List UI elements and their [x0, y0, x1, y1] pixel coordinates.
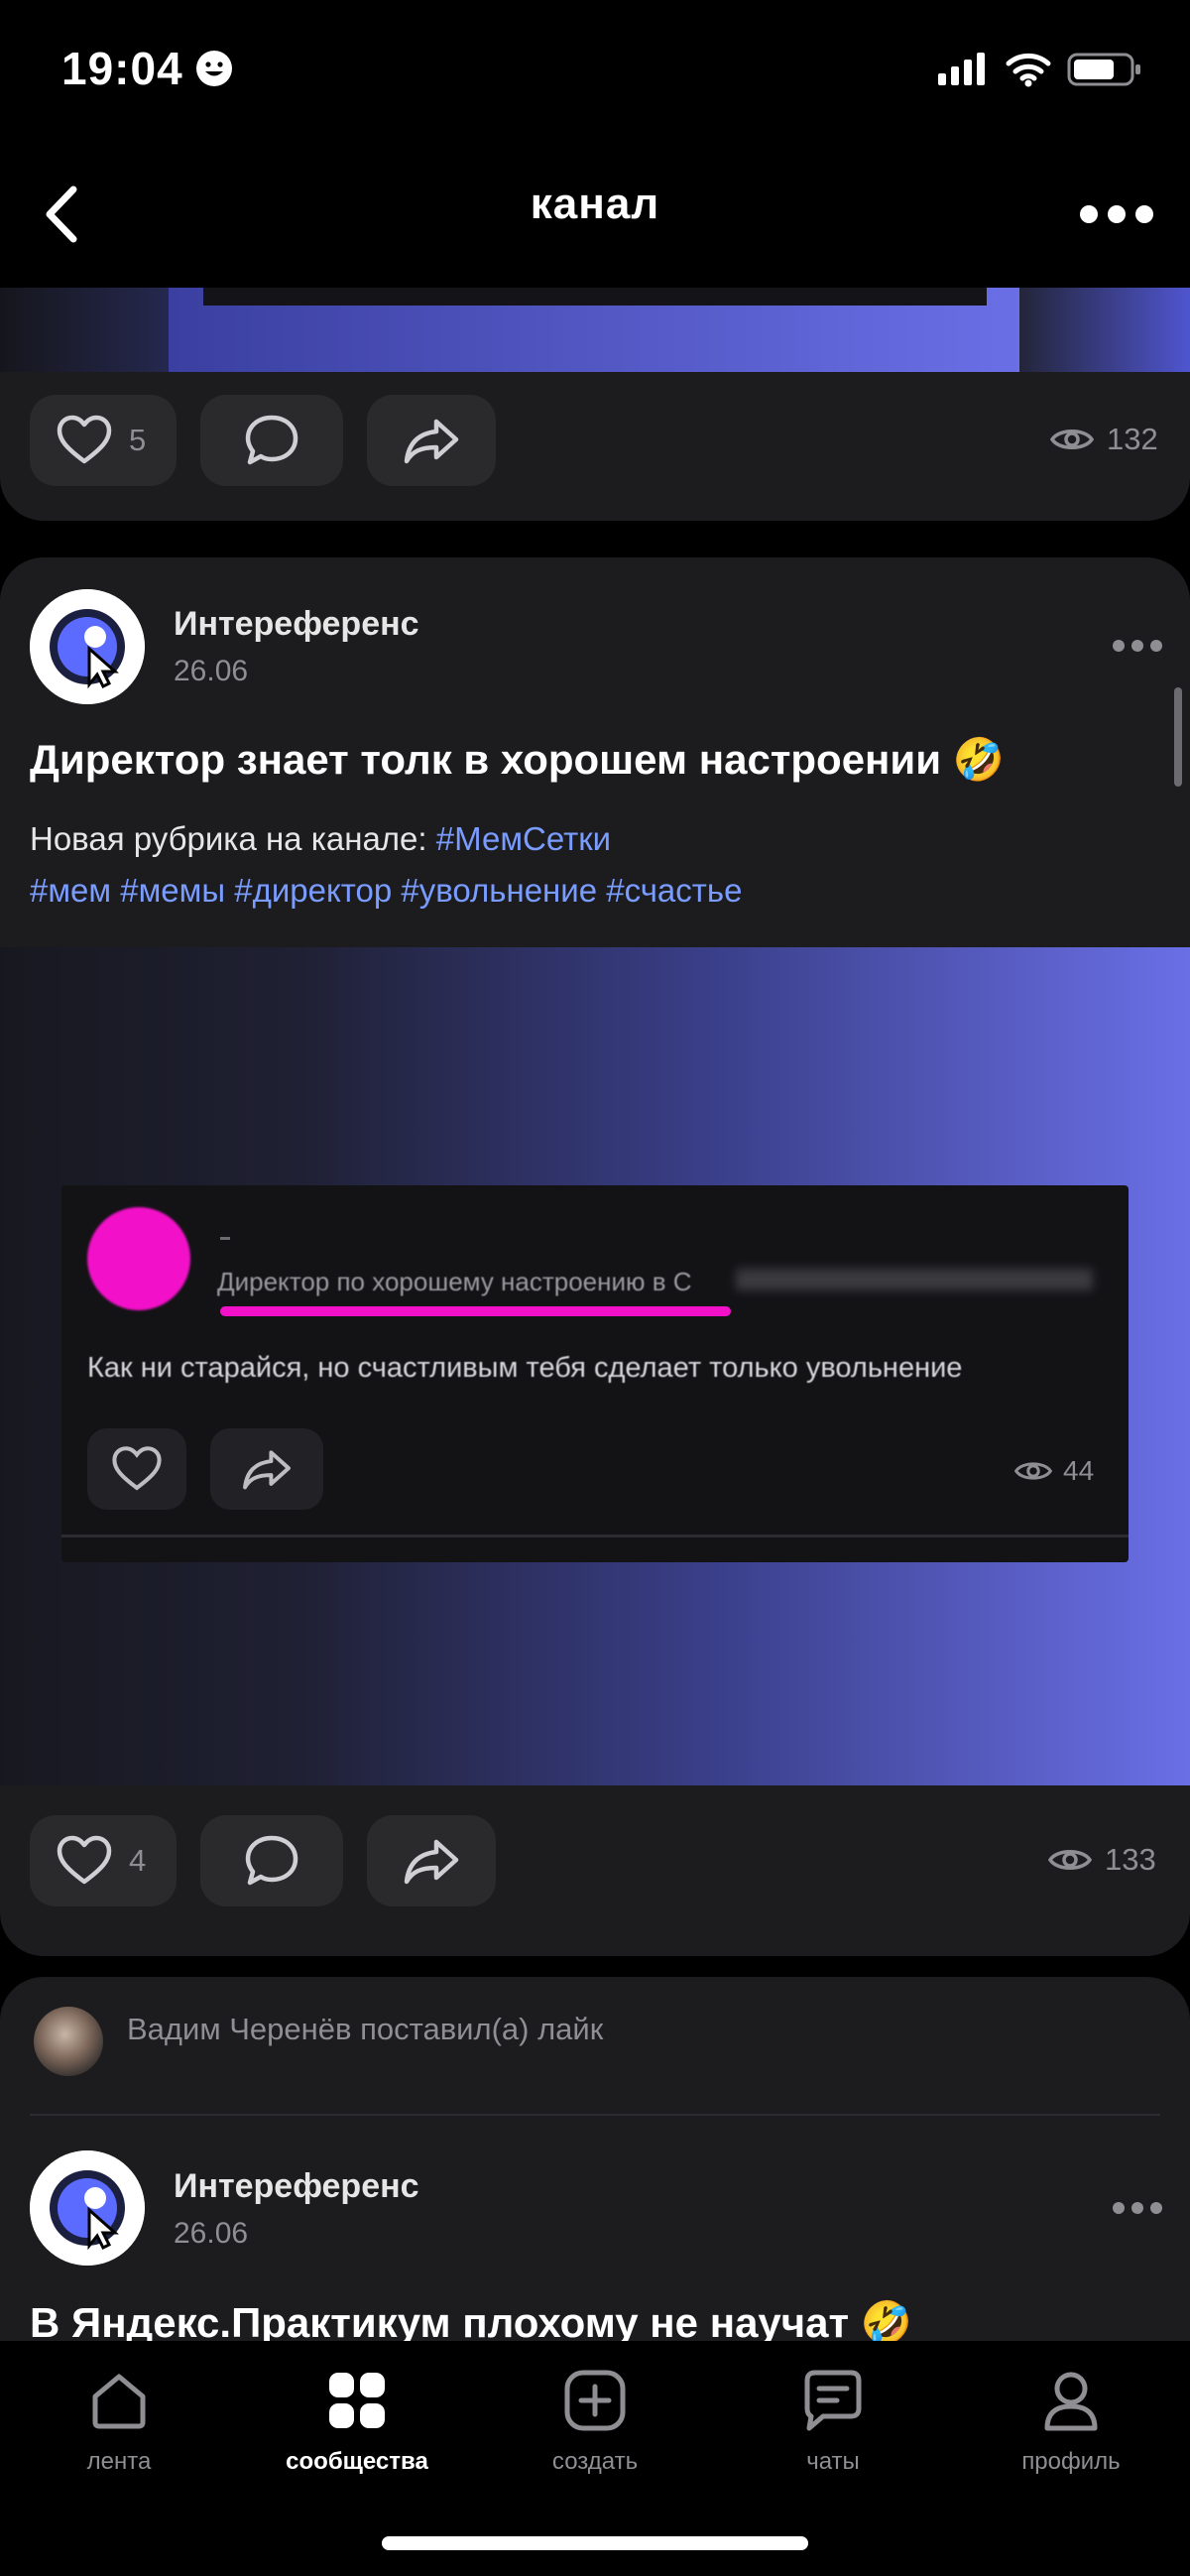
tab-communities[interactable]: сообщества [258, 2369, 456, 2476]
share-icon [404, 419, 459, 464]
hashtag-link[interactable]: #МемСетки [436, 820, 611, 857]
avatar[interactable] [30, 589, 145, 704]
more-button[interactable] [1077, 199, 1156, 229]
battery-icon [1067, 52, 1142, 87]
post-date: 26.06 [174, 2217, 249, 2250]
avatar[interactable] [30, 2150, 145, 2266]
comment-button[interactable] [200, 395, 343, 486]
meme-like-pill [87, 1428, 186, 1510]
tab-chats[interactable]: чаты [734, 2369, 932, 2476]
avatar[interactable] [34, 2007, 103, 2076]
more-horizontal-icon [1113, 2202, 1162, 2214]
tab-label: сообщества [286, 2448, 428, 2475]
author-name[interactable]: Интереференс [174, 2167, 419, 2206]
channel-logo-icon [30, 2150, 145, 2266]
share-button[interactable] [367, 395, 496, 486]
profile-icon [1039, 2369, 1103, 2432]
post-text-prefix: Новая рубрика на канале: [30, 820, 436, 857]
tab-label: профиль [1021, 2448, 1121, 2475]
post-menu-button[interactable] [1113, 639, 1162, 653]
meme-text: Как ни старайся, но счастливым тебя сдел… [87, 1352, 963, 1384]
meme-views-count: 44 [1063, 1455, 1095, 1486]
views-count: 133 [1105, 1842, 1156, 1877]
status-bar: 19:04 [0, 0, 1190, 144]
views-count: 132 [1107, 422, 1158, 456]
wifi-icon [1006, 52, 1051, 87]
heart-icon [57, 1835, 112, 1885]
hashtags-link[interactable]: #мем #мемы #директор #увольнение #счасть… [30, 872, 742, 909]
liked-by-text: Вадим Черенёв поставил(а) лайк [127, 2012, 604, 2046]
like-count: 4 [129, 1843, 147, 1878]
tab-label: чаты [806, 2448, 860, 2475]
post-card: 5 132 [0, 288, 1190, 521]
status-time: 19:04 [61, 43, 183, 94]
tab-profile[interactable]: профиль [972, 2369, 1170, 2476]
home-indicator[interactable] [382, 2536, 808, 2550]
post-date: 26.06 [174, 655, 249, 687]
like-button[interactable]: 5 [30, 395, 177, 486]
chat-icon [801, 2369, 865, 2432]
liked-by-row[interactable]: Вадим Черенёв поставил(а) лайк [0, 1977, 1190, 2116]
meme-views: 44 [1013, 1455, 1094, 1487]
scrollbar[interactable] [1174, 687, 1182, 787]
like-button[interactable]: 4 [30, 1815, 177, 1906]
nav-bar: канал [0, 144, 1190, 288]
meme-underline [220, 1306, 731, 1316]
signal-icon [938, 52, 988, 87]
heart-icon [112, 1446, 162, 1491]
eye-icon [1049, 429, 1095, 449]
more-horizontal-icon [1113, 640, 1162, 652]
post-image[interactable]: Директор по хорошему настроению в С Как … [0, 947, 1190, 1785]
comment-button[interactable] [200, 1815, 343, 1906]
post-text: Новая рубрика на канале: #МемСетки #мем … [30, 813, 742, 917]
tab-label: создать [551, 2448, 639, 2475]
channel-logo-icon [30, 589, 145, 704]
meme-avatar [87, 1207, 190, 1310]
smiley-icon [195, 50, 233, 87]
views-counter: 133 [1047, 1842, 1156, 1878]
meme-share-pill [210, 1428, 323, 1510]
post-menu-button[interactable] [1113, 2201, 1162, 2215]
divider [30, 2114, 1160, 2116]
post-image[interactable] [0, 288, 1190, 372]
create-icon [563, 2369, 627, 2432]
post-card: Интереференс 26.06 Директор знает толк в… [0, 557, 1190, 1956]
tab-feed[interactable]: лента [20, 2369, 218, 2476]
comment-icon [245, 415, 298, 465]
tab-label: лента [86, 2448, 152, 2475]
eye-icon [1047, 1850, 1093, 1870]
more-horizontal-icon [1080, 205, 1153, 223]
comment-icon [245, 1835, 298, 1886]
meme-screenshot: Директор по хорошему настроению в С Как … [61, 1185, 1129, 1562]
post-card: Вадим Черенёв поставил(а) лайк Интерефер… [0, 1977, 1190, 2341]
feed[interactable]: 5 132 Интереференс 26.06 Директор знает … [0, 288, 1190, 2341]
share-icon [243, 1450, 291, 1490]
communities-icon [325, 2369, 389, 2432]
heart-icon [57, 415, 112, 464]
views-counter: 132 [1049, 422, 1158, 457]
eye-icon [1013, 1462, 1053, 1480]
share-icon [404, 1839, 459, 1885]
author-name[interactable]: Интереференс [174, 605, 419, 644]
like-count: 5 [129, 423, 147, 457]
page-title: канал [530, 180, 660, 228]
meme-author-line: Директор по хорошему настроению в С [217, 1267, 692, 1296]
tab-create[interactable]: создать [496, 2369, 694, 2476]
share-button[interactable] [367, 1815, 496, 1906]
post-title: В Яндекс.Практикум плохому не научат 🤣 [30, 2299, 913, 2341]
home-icon [87, 2369, 151, 2432]
post-title: Директор знает толк в хорошем настроении… [30, 736, 1006, 783]
